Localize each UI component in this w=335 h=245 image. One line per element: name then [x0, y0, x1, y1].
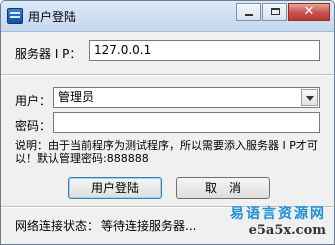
user-select[interactable]: 管理员 — [53, 87, 320, 108]
maximize-button[interactable] — [262, 3, 287, 21]
divider — [1, 74, 334, 76]
window-title: 用户登陆 — [28, 10, 77, 24]
cancel-button[interactable]: 取 消 — [176, 177, 270, 199]
note-text: 说明：由于当前程序为测试程序，所以需要添入服务器 I P才可以！默认管理密码:8… — [15, 139, 318, 165]
watermark-name: 易语言资源网 — [230, 206, 326, 222]
status-label: 网络连接状态： — [15, 219, 100, 233]
watermark: 易语言资源网 e5a5x.com — [230, 203, 326, 238]
maximize-icon — [271, 8, 280, 15]
app-icon — [7, 8, 23, 24]
login-window: 用户登陆 ✕ 服务器 I P： 127.0.0.1 用户： 管理员 密码： 说明… — [0, 0, 335, 245]
server-ip-input[interactable]: 127.0.0.1 — [89, 40, 320, 61]
status-value: 等待连接服务器... — [101, 219, 197, 233]
minimize-icon — [245, 14, 253, 16]
password-input[interactable] — [53, 112, 320, 133]
close-button[interactable]: ✕ — [288, 3, 330, 21]
close-icon: ✕ — [303, 4, 315, 19]
password-label: 密码： — [15, 119, 52, 133]
window-controls: ✕ — [235, 3, 330, 22]
user-select-value: 管理员 — [58, 90, 95, 104]
user-label: 用户： — [15, 94, 52, 108]
watermark-url: e5a5x.com — [248, 223, 326, 238]
minimize-button[interactable] — [236, 3, 261, 21]
login-button[interactable]: 用户登陆 — [68, 177, 162, 199]
chevron-down-icon[interactable] — [301, 89, 318, 106]
title-bar[interactable]: 用户登陆 ✕ — [1, 1, 334, 32]
server-ip-label: 服务器 I P： — [15, 47, 82, 61]
